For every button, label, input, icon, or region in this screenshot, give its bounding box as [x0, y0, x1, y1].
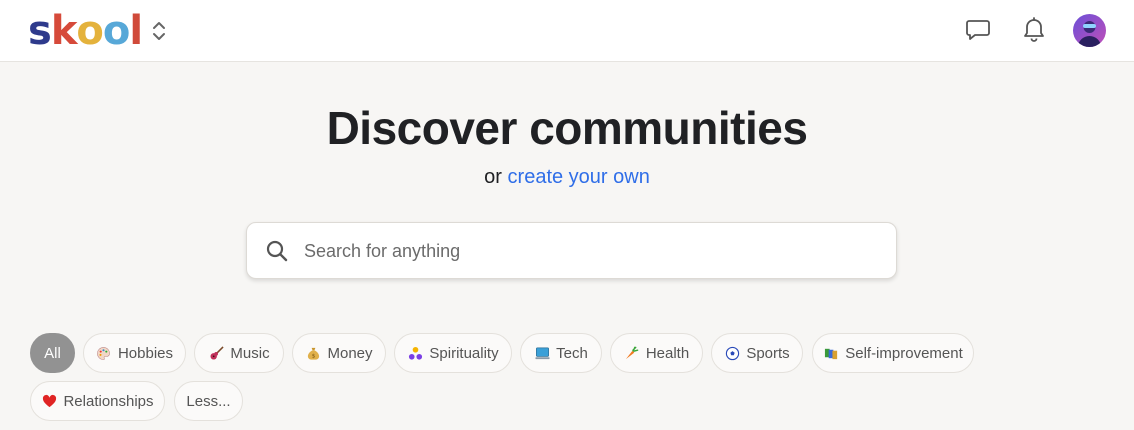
category-chip-self-improvement[interactable]: Self-improvement	[812, 333, 974, 373]
svg-text:$: $	[312, 353, 316, 359]
chip-label: Hobbies	[117, 344, 174, 362]
hero-subline: or create your own	[0, 164, 1134, 190]
category-chip-spirituality[interactable]: Spirituality	[394, 333, 512, 373]
category-chip-music[interactable]: Music	[194, 333, 284, 373]
chip-label: Self-improvement	[845, 344, 963, 362]
subline-prefix: or	[484, 166, 502, 188]
triangle-dots-icon	[407, 345, 423, 361]
chat-button[interactable]	[962, 14, 994, 46]
heart-icon	[41, 393, 57, 409]
category-chip-all[interactable]: All	[30, 333, 75, 373]
books-icon	[823, 345, 839, 361]
community-switcher-button[interactable]	[148, 18, 170, 44]
chip-label: Money	[327, 344, 373, 362]
page-title: Discover communities	[326, 102, 808, 154]
soccer-ball-icon	[724, 345, 740, 361]
guitar-icon	[208, 345, 224, 361]
palette-icon	[96, 345, 112, 361]
chevron-up-down-icon	[153, 22, 165, 40]
search-icon	[266, 240, 288, 262]
carrot-icon	[624, 345, 640, 361]
category-chip-tech[interactable]: Tech	[520, 333, 602, 373]
logo-letter: s	[28, 8, 52, 54]
category-chip-sports[interactable]: Sports	[711, 333, 803, 373]
chip-label: Spirituality	[429, 344, 499, 362]
chip-label: Tech	[556, 344, 588, 362]
category-chip-health[interactable]: Health	[610, 333, 703, 373]
top-bar: skool	[0, 0, 1134, 62]
chip-label: Less...	[186, 392, 231, 410]
category-chip-hobbies[interactable]: Hobbies	[83, 333, 186, 373]
search-input[interactable]	[304, 233, 874, 269]
chip-label: Relationships	[63, 392, 154, 410]
category-chip-money[interactable]: $ Money	[292, 333, 386, 373]
notifications-button[interactable]	[1018, 14, 1050, 46]
money-bag-icon: $	[305, 345, 321, 361]
bell-icon	[1024, 17, 1044, 42]
chat-icon	[966, 20, 990, 40]
computer-icon	[534, 345, 550, 361]
category-chip-less[interactable]: Less...	[174, 381, 243, 421]
chip-label: Sports	[746, 344, 790, 362]
logo-letter: l	[129, 8, 143, 54]
create-community-link[interactable]: create your own	[508, 166, 650, 188]
logo-letter: k	[50, 8, 78, 54]
logo-letter: o	[76, 8, 104, 54]
chip-label: Music	[230, 344, 270, 362]
chip-label: Health	[645, 344, 690, 362]
avatar-image	[1073, 14, 1106, 47]
chip-label: All	[44, 344, 61, 362]
search-box[interactable]	[246, 222, 897, 279]
logo-letter: o	[102, 8, 131, 54]
category-chip-relationships[interactable]: Relationships	[30, 381, 165, 421]
avatar[interactable]	[1073, 14, 1106, 47]
skool-logo[interactable]: skool	[28, 8, 143, 54]
